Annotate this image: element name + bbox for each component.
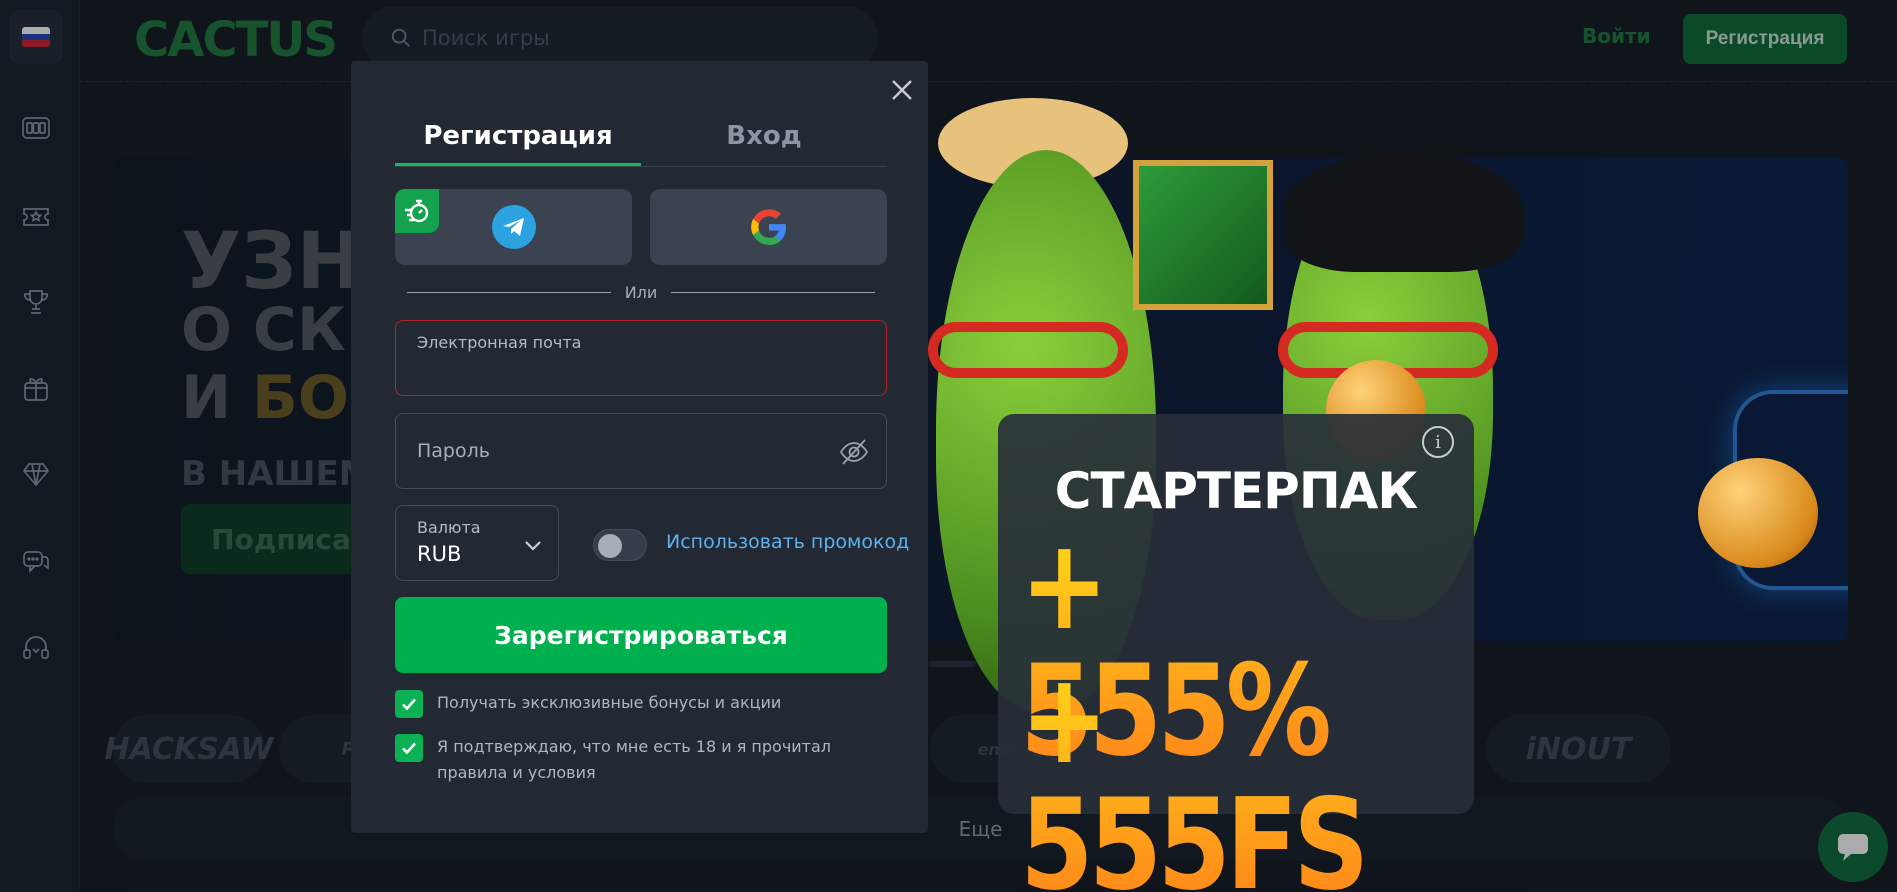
fast-registration-badge	[395, 189, 439, 233]
google-icon	[750, 209, 786, 245]
password-label: Пароль	[417, 440, 490, 462]
email-field[interactable]: Электронная почта	[395, 320, 887, 396]
starter-pack-card: i СТАРТЕРПАК + 555% + 555FS	[998, 414, 1474, 892]
info-icon[interactable]: i	[1422, 426, 1454, 458]
starter-pack-free-spins: + 555FS	[1020, 656, 1401, 892]
eye-off-icon	[839, 439, 869, 465]
google-login-button[interactable]	[650, 189, 887, 265]
currency-label: Валюта	[417, 518, 481, 537]
tab-login[interactable]: Вход	[641, 113, 887, 166]
age-consent-row: Я подтверждаю, что мне есть 18 и я прочи…	[395, 734, 887, 786]
registration-modal: Регистрация Вход Или Электронная почта П…	[351, 61, 928, 833]
chevron-down-icon	[522, 534, 544, 556]
or-label: Или	[624, 283, 658, 302]
divider-line	[407, 292, 611, 293]
register-submit-button[interactable]: Зарегистрироваться	[395, 597, 887, 673]
password-field[interactable]: Пароль	[395, 413, 887, 489]
bonus-consent-row: Получать эксклюзивные бонусы и акции	[395, 690, 887, 718]
gift-box	[1133, 160, 1273, 310]
toggle-password-visibility[interactable]	[838, 436, 870, 468]
checkmark-icon	[402, 698, 416, 711]
telegram-icon	[491, 205, 536, 249]
email-label: Электронная почта	[417, 333, 582, 352]
stopwatch-icon	[405, 199, 429, 223]
email-input[interactable]	[417, 359, 857, 380]
bonus-consent-text: Получать эксклюзивные бонусы и акции	[437, 693, 782, 712]
age-consent-text: Я подтверждаю, что мне есть 18 и я прочи…	[437, 737, 832, 782]
toggle-knob	[598, 534, 622, 558]
age-consent-checkbox[interactable]	[395, 734, 423, 762]
close-button[interactable]	[888, 76, 916, 104]
dollar-coin	[1698, 458, 1818, 568]
currency-value: RUB	[417, 542, 462, 566]
bonus-consent-checkbox[interactable]	[395, 690, 423, 718]
checkmark-icon	[402, 742, 416, 755]
promo-code-toggle[interactable]	[593, 529, 647, 561]
page: CACTUS Войти Регистрация УЗН О СКР И БО …	[0, 0, 1897, 892]
telegram-login-button[interactable]	[395, 189, 632, 265]
red-glasses-left	[928, 322, 1128, 378]
auth-tabs: Регистрация Вход	[395, 113, 887, 167]
tab-registration[interactable]: Регистрация	[395, 113, 641, 166]
divider-line	[671, 292, 875, 293]
use-promo-code-link[interactable]: Использовать промокод	[666, 531, 909, 553]
currency-select[interactable]: Валюта RUB	[395, 505, 559, 581]
close-icon	[892, 80, 912, 100]
black-cap	[1283, 152, 1523, 272]
or-divider: Или	[407, 283, 875, 302]
